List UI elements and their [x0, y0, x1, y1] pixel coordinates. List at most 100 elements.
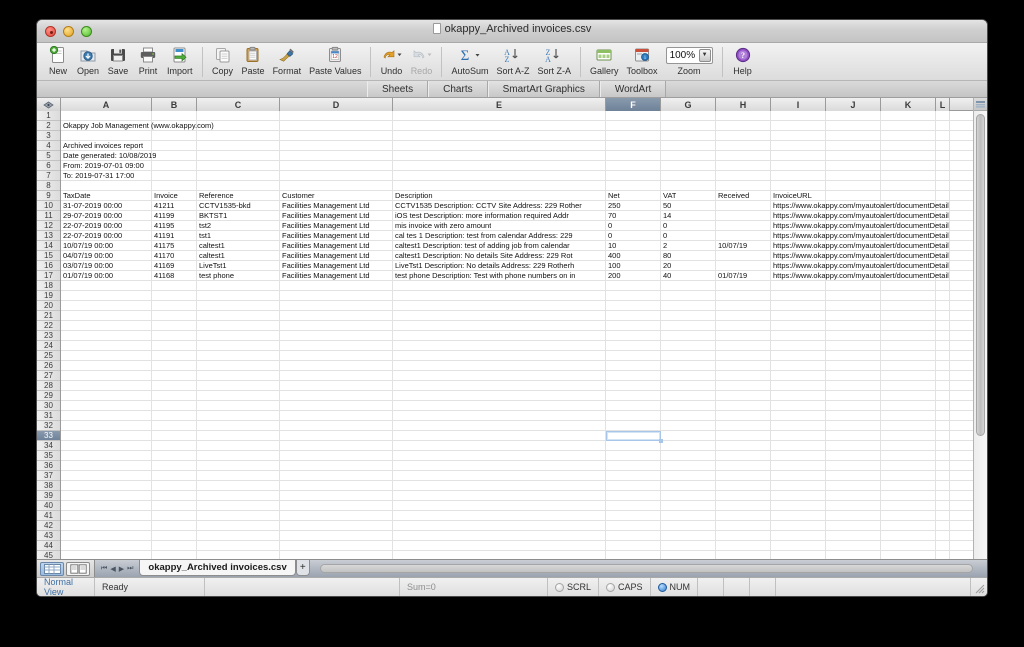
cell-D37[interactable]: [280, 471, 393, 481]
add-sheet-button[interactable]: +: [295, 560, 310, 576]
cell-L15[interactable]: [936, 251, 950, 261]
cell-G42[interactable]: [661, 521, 716, 531]
cell-A10[interactable]: [61, 201, 152, 211]
cell-G26[interactable]: [661, 361, 716, 371]
cell-C23[interactable]: [197, 331, 280, 341]
cell-D41[interactable]: [280, 511, 393, 521]
cell-F39[interactable]: [606, 491, 661, 501]
cell-grid[interactable]: Okappy Job Management (www.okappy.com) Ar…: [61, 111, 987, 559]
cell-E16[interactable]: [393, 261, 606, 271]
cell-I31[interactable]: [771, 411, 826, 421]
cell-C31[interactable]: [197, 411, 280, 421]
toolbox-button[interactable]: i Toolbox: [623, 45, 662, 76]
cell-L9[interactable]: [936, 191, 950, 201]
cell-J24[interactable]: [826, 341, 881, 351]
table-row[interactable]: 22-07-2019 00:00 41191 tst1 Facilities Mana…: [61, 231, 987, 241]
cell-A2[interactable]: [61, 121, 152, 131]
cell-H5[interactable]: [716, 151, 771, 161]
cell-F21[interactable]: [606, 311, 661, 321]
cell-A9[interactable]: [61, 191, 152, 201]
cell-C37[interactable]: [197, 471, 280, 481]
row-header-42[interactable]: 42: [37, 521, 60, 531]
cell-J23[interactable]: [826, 331, 881, 341]
cell-H10[interactable]: [716, 201, 771, 211]
cell-F4[interactable]: [606, 141, 661, 151]
cell-D16[interactable]: [280, 261, 393, 271]
cell-K28[interactable]: [881, 381, 936, 391]
cell-A8[interactable]: [61, 181, 152, 191]
cell-B13[interactable]: [152, 231, 197, 241]
cell-L14[interactable]: [936, 241, 950, 251]
cell-D39[interactable]: [280, 491, 393, 501]
cell-A27[interactable]: [61, 371, 152, 381]
cell-H36[interactable]: [716, 461, 771, 471]
cell-A17[interactable]: [61, 271, 152, 281]
cell-F17[interactable]: [606, 271, 661, 281]
cell-E10[interactable]: [393, 201, 606, 211]
cell-C45[interactable]: [197, 551, 280, 559]
table-row[interactable]: [61, 351, 987, 361]
cell-F44[interactable]: [606, 541, 661, 551]
cell-A43[interactable]: [61, 531, 152, 541]
cell-F35[interactable]: [606, 451, 661, 461]
cell-I21[interactable]: [771, 311, 826, 321]
cell-B27[interactable]: [152, 371, 197, 381]
cell-F2[interactable]: [606, 121, 661, 131]
cell-I6[interactable]: [771, 161, 826, 171]
cell-C20[interactable]: [197, 301, 280, 311]
cell-K45[interactable]: [881, 551, 936, 559]
cell-I9[interactable]: [771, 191, 826, 201]
cell-C4[interactable]: [197, 141, 280, 151]
cell-F25[interactable]: [606, 351, 661, 361]
cell-E11[interactable]: [393, 211, 606, 221]
cell-L29[interactable]: [936, 391, 950, 401]
column-header-B[interactable]: B: [152, 98, 197, 111]
cell-J17[interactable]: [826, 271, 881, 281]
cell-L8[interactable]: [936, 181, 950, 191]
column-header-A[interactable]: A: [61, 98, 152, 111]
help-button[interactable]: ? Help: [728, 45, 758, 76]
cell-B4[interactable]: [152, 141, 197, 151]
cell-H8[interactable]: [716, 181, 771, 191]
cell-G8[interactable]: [661, 181, 716, 191]
cell-I25[interactable]: [771, 351, 826, 361]
cell-I40[interactable]: [771, 501, 826, 511]
cell-L24[interactable]: [936, 341, 950, 351]
cell-B22[interactable]: [152, 321, 197, 331]
cell-H3[interactable]: [716, 131, 771, 141]
cell-G21[interactable]: [661, 311, 716, 321]
cell-D19[interactable]: [280, 291, 393, 301]
column-header-C[interactable]: C: [197, 98, 280, 111]
cell-A21[interactable]: [61, 311, 152, 321]
column-header-E[interactable]: E: [393, 98, 606, 111]
cell-G7[interactable]: [661, 171, 716, 181]
cell-K40[interactable]: [881, 501, 936, 511]
cell-B11[interactable]: [152, 211, 197, 221]
cell-H43[interactable]: [716, 531, 771, 541]
cell-A44[interactable]: [61, 541, 152, 551]
cell-K3[interactable]: [881, 131, 936, 141]
row-header-23[interactable]: 23: [37, 331, 60, 341]
cell-G16[interactable]: [661, 261, 716, 271]
cell-D24[interactable]: [280, 341, 393, 351]
cell-K26[interactable]: [881, 361, 936, 371]
horizontal-scroll-thumb[interactable]: [319, 564, 973, 573]
row-header-16[interactable]: 16: [37, 261, 60, 271]
cell-E41[interactable]: [393, 511, 606, 521]
zoom-control[interactable]: 100% ▼ Zoom: [662, 45, 717, 76]
cell-J29[interactable]: [826, 391, 881, 401]
table-row[interactable]: [61, 361, 987, 371]
cell-H6[interactable]: [716, 161, 771, 171]
table-row[interactable]: [61, 511, 987, 521]
sheet-nav-arrows[interactable]: ⏮ ◀ ▶ ⏭: [95, 560, 139, 577]
cell-C41[interactable]: [197, 511, 280, 521]
cell-C39[interactable]: [197, 491, 280, 501]
cell-J26[interactable]: [826, 361, 881, 371]
cell-K7[interactable]: [881, 171, 936, 181]
cell-D15[interactable]: [280, 251, 393, 261]
cell-H28[interactable]: [716, 381, 771, 391]
cell-I45[interactable]: [771, 551, 826, 559]
cell-D38[interactable]: [280, 481, 393, 491]
cell-A36[interactable]: [61, 461, 152, 471]
row-header-5[interactable]: 5: [37, 151, 60, 161]
